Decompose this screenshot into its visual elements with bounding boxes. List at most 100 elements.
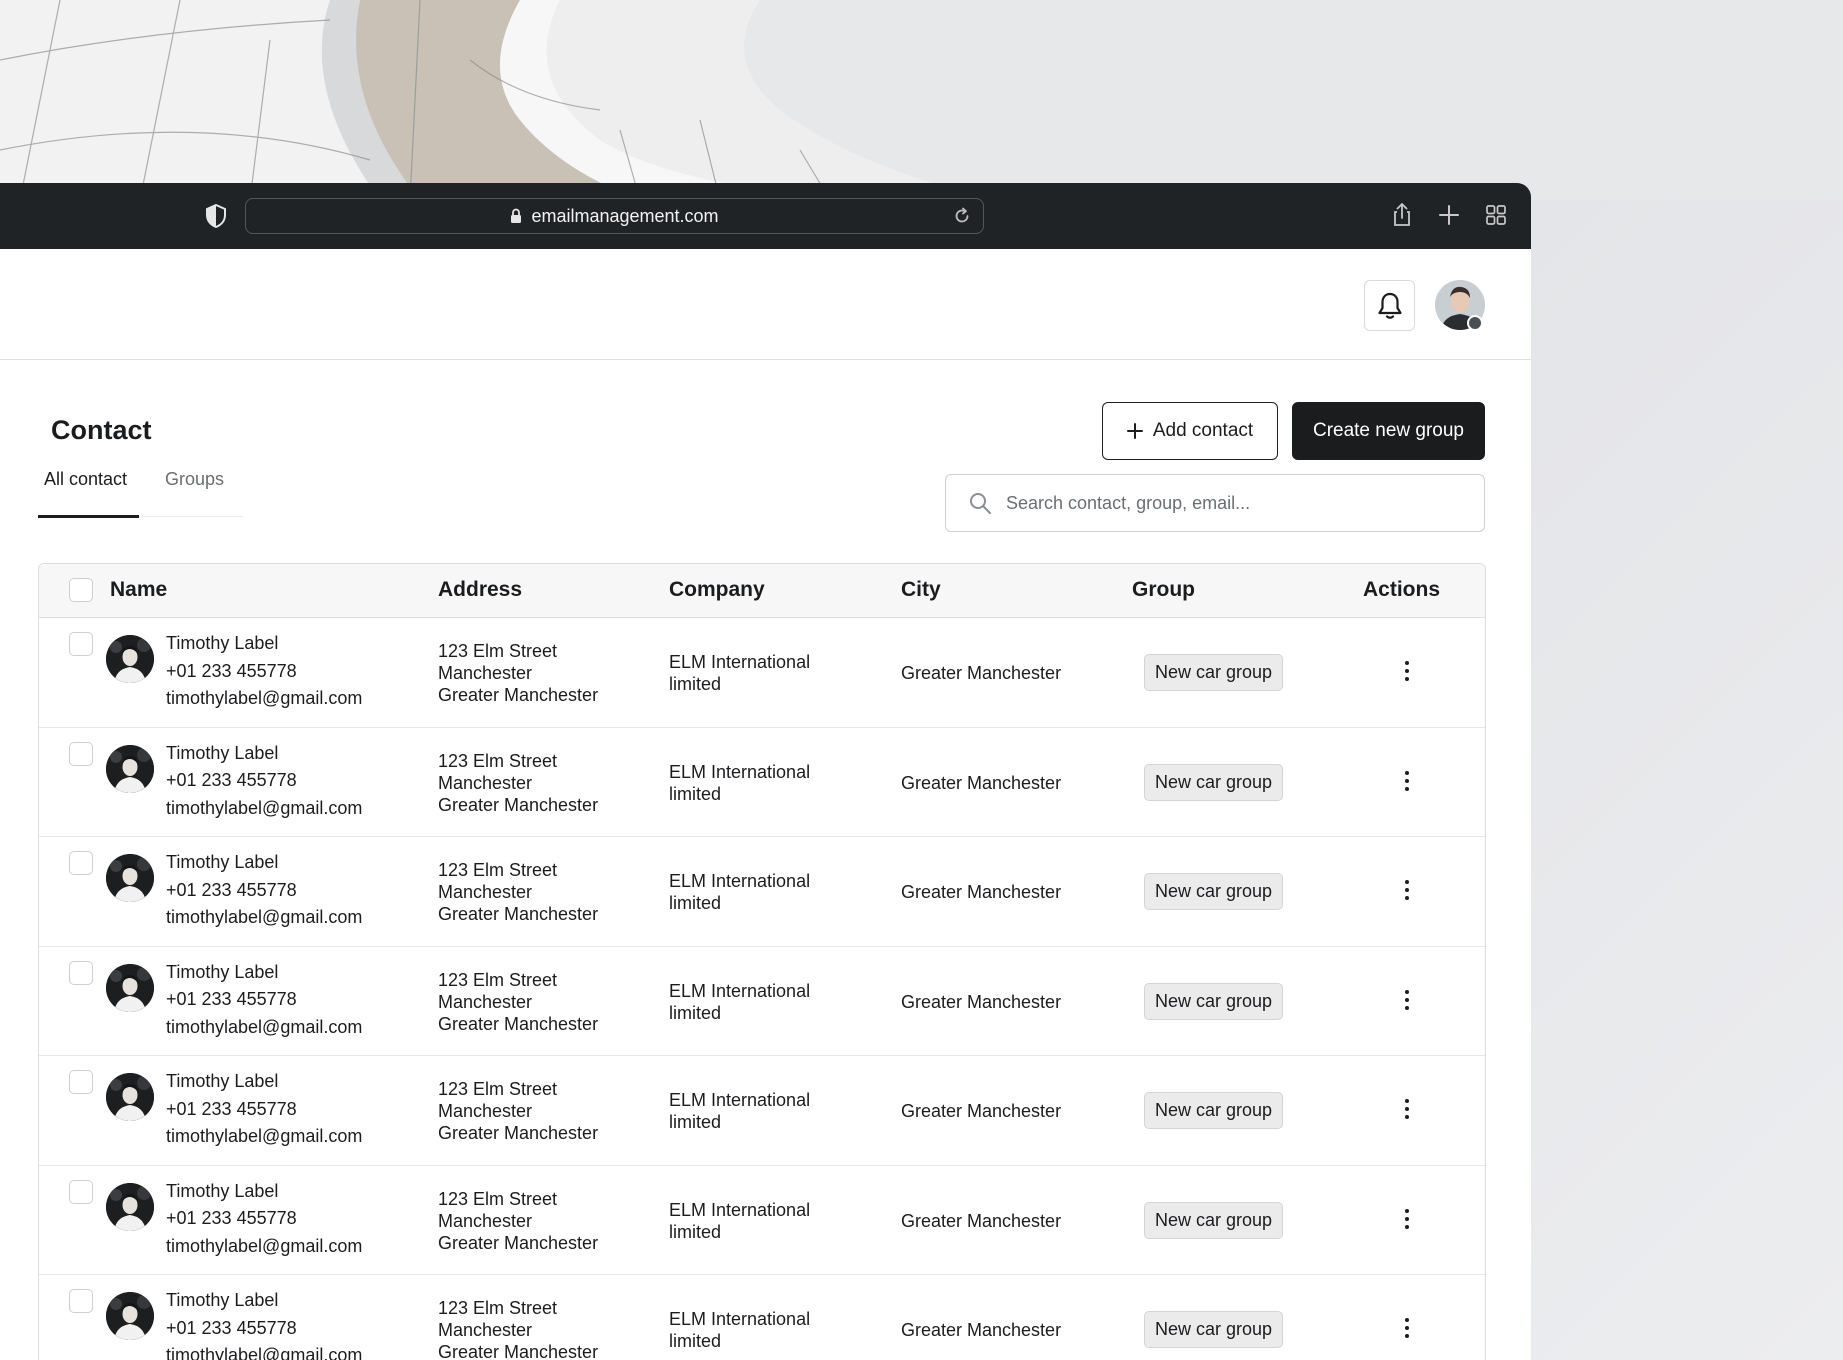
browser-window: emailmanagement.com Contact Add contact … bbox=[0, 183, 1531, 1360]
table-row[interactable]: Timothy Label +01 233 455778 timothylabe… bbox=[39, 618, 1485, 728]
company-line: limited bbox=[669, 674, 722, 694]
contact-phone: +01 233 455778 bbox=[166, 660, 297, 681]
contact-phone: +01 233 455778 bbox=[166, 770, 297, 790]
row-checkbox[interactable] bbox=[69, 632, 93, 656]
contact-info: Timothy Label +01 233 455778 timothylabe… bbox=[166, 1068, 362, 1151]
row-checkbox[interactable] bbox=[69, 851, 93, 875]
add-contact-button[interactable]: Add contact bbox=[1102, 402, 1278, 460]
select-all-checkbox[interactable] bbox=[69, 578, 93, 602]
contact-email[interactable]: timothylabel@gmail.com bbox=[166, 1123, 362, 1151]
new-tab-icon[interactable] bbox=[1436, 202, 1462, 228]
table-row[interactable]: Timothy Label +01 233 455778 timothylabe… bbox=[39, 947, 1485, 1056]
address-bar[interactable]: emailmanagement.com bbox=[245, 198, 984, 234]
contact-avatar bbox=[106, 744, 154, 793]
column-header-name[interactable]: Name bbox=[110, 578, 167, 602]
address-line: Greater Manchester bbox=[438, 1342, 599, 1360]
contact-email[interactable]: timothylabel@gmail.com bbox=[166, 1014, 362, 1042]
group-badge[interactable]: New car group bbox=[1144, 1092, 1284, 1129]
reload-icon[interactable] bbox=[953, 207, 971, 225]
contact-info: Timothy Label +01 233 455778 timothylabe… bbox=[166, 630, 362, 713]
contact-phone: +01 233 455778 bbox=[166, 1208, 297, 1228]
table-row[interactable]: Timothy Label +01 233 455778 timothylabe… bbox=[39, 837, 1485, 947]
address-line: 123 Elm Street bbox=[438, 1188, 558, 1209]
contact-photo bbox=[106, 1073, 154, 1121]
table-row[interactable]: Timothy Label +01 233 455778 timothylabe… bbox=[39, 1275, 1485, 1360]
column-header-group[interactable]: Group bbox=[1132, 578, 1195, 602]
contact-address: 123 Elm Street Manchester Greater Manche… bbox=[438, 1188, 598, 1254]
contact-info: Timothy Label +01 233 455778 timothylabe… bbox=[166, 740, 362, 823]
contact-phone: +01 233 455778 bbox=[166, 1317, 297, 1338]
create-new-group-button[interactable]: Create new group bbox=[1292, 402, 1485, 460]
contact-company: ELM International limited bbox=[669, 651, 810, 695]
active-tab-indicator bbox=[38, 515, 139, 518]
contact-info: Timothy Label +01 233 455778 timothylabe… bbox=[166, 1287, 362, 1360]
kebab-menu-icon[interactable] bbox=[1399, 1315, 1415, 1343]
shield-icon[interactable] bbox=[205, 204, 227, 228]
contact-name[interactable]: Timothy Label bbox=[166, 1287, 362, 1315]
address-line: Manchester bbox=[438, 663, 533, 683]
notifications-button[interactable] bbox=[1364, 280, 1415, 331]
contact-name[interactable]: Timothy Label bbox=[166, 630, 362, 658]
share-icon[interactable] bbox=[1389, 202, 1415, 228]
column-header-address[interactable]: Address bbox=[438, 578, 522, 602]
contact-name[interactable]: Timothy Label bbox=[166, 1068, 362, 1096]
company-line: limited bbox=[669, 1221, 722, 1242]
tab-groups[interactable]: Groups bbox=[165, 469, 224, 517]
contact-avatar bbox=[106, 635, 154, 683]
contact-email[interactable]: timothylabel@gmail.com bbox=[166, 1342, 362, 1360]
address-line: Greater Manchester bbox=[438, 904, 599, 924]
group-badge[interactable]: New car group bbox=[1144, 873, 1284, 910]
company-line: ELM International bbox=[669, 871, 811, 891]
contact-address: 123 Elm Street Manchester Greater Manche… bbox=[438, 859, 598, 925]
table-row[interactable]: Timothy Label +01 233 455778 timothylabe… bbox=[39, 1056, 1485, 1166]
contact-city: Greater Manchester bbox=[901, 1320, 1062, 1340]
kebab-menu-icon[interactable] bbox=[1399, 768, 1415, 796]
contact-email[interactable]: timothylabel@gmail.com bbox=[166, 904, 362, 932]
contact-name[interactable]: Timothy Label bbox=[166, 959, 362, 987]
browser-toolbar: emailmanagement.com bbox=[0, 183, 1531, 249]
contact-company: ELM International limited bbox=[669, 980, 810, 1024]
group-badge[interactable]: New car group bbox=[1144, 654, 1284, 691]
row-checkbox[interactable] bbox=[69, 1179, 93, 1204]
column-header-city[interactable]: City bbox=[901, 578, 941, 602]
company-line: ELM International bbox=[669, 1309, 811, 1329]
contact-name[interactable]: Timothy Label bbox=[166, 740, 362, 768]
contact-name[interactable]: Timothy Label bbox=[166, 849, 362, 877]
kebab-menu-icon[interactable] bbox=[1399, 1096, 1415, 1124]
row-checkbox[interactable] bbox=[69, 960, 93, 985]
address-line: Manchester bbox=[438, 882, 533, 902]
row-checkbox[interactable] bbox=[69, 1070, 93, 1094]
group-badge[interactable]: New car group bbox=[1144, 982, 1284, 1020]
contact-avatar bbox=[106, 1182, 154, 1231]
column-header-company[interactable]: Company bbox=[669, 578, 765, 602]
bell-icon bbox=[1377, 292, 1402, 319]
group-badge[interactable]: New car group bbox=[1144, 1201, 1284, 1239]
row-checkbox[interactable] bbox=[69, 1289, 93, 1313]
kebab-menu-icon[interactable] bbox=[1399, 987, 1415, 1015]
contact-company: ELM International limited bbox=[669, 870, 810, 914]
kebab-menu-icon[interactable] bbox=[1399, 1206, 1415, 1234]
contact-email[interactable]: timothylabel@gmail.com bbox=[166, 795, 362, 823]
tab-overview-icon[interactable] bbox=[1483, 202, 1509, 228]
contact-name[interactable]: Timothy Label bbox=[166, 1178, 362, 1206]
page-title: Contact bbox=[51, 415, 152, 445]
group-badge[interactable]: New car group bbox=[1144, 1311, 1284, 1348]
table-body: Timothy Label +01 233 455778 timothylabe… bbox=[39, 618, 1485, 1360]
address-line: Greater Manchester bbox=[438, 1013, 599, 1034]
contact-city: Greater Manchester bbox=[901, 1210, 1062, 1231]
contact-address: 123 Elm Street Manchester Greater Manche… bbox=[438, 1297, 598, 1360]
table-row[interactable]: Timothy Label +01 233 455778 timothylabe… bbox=[39, 1166, 1485, 1275]
contact-photo bbox=[106, 1182, 154, 1231]
table-row[interactable]: Timothy Label +01 233 455778 timothylabe… bbox=[39, 728, 1485, 837]
contact-email[interactable]: timothylabel@gmail.com bbox=[166, 685, 362, 713]
kebab-menu-icon[interactable] bbox=[1399, 658, 1415, 686]
row-checkbox[interactable] bbox=[69, 741, 93, 766]
tab-all-contact[interactable]: All contact bbox=[44, 469, 127, 517]
contact-email[interactable]: timothylabel@gmail.com bbox=[166, 1233, 362, 1261]
kebab-menu-icon[interactable] bbox=[1399, 877, 1415, 905]
group-badge[interactable]: New car group bbox=[1144, 763, 1284, 801]
contact-company: ELM International limited bbox=[669, 1199, 810, 1243]
search-input[interactable]: Search contact, group, email... bbox=[945, 474, 1485, 532]
company-line: limited bbox=[669, 783, 722, 804]
contact-address: 123 Elm Street Manchester Greater Manche… bbox=[438, 1078, 598, 1144]
